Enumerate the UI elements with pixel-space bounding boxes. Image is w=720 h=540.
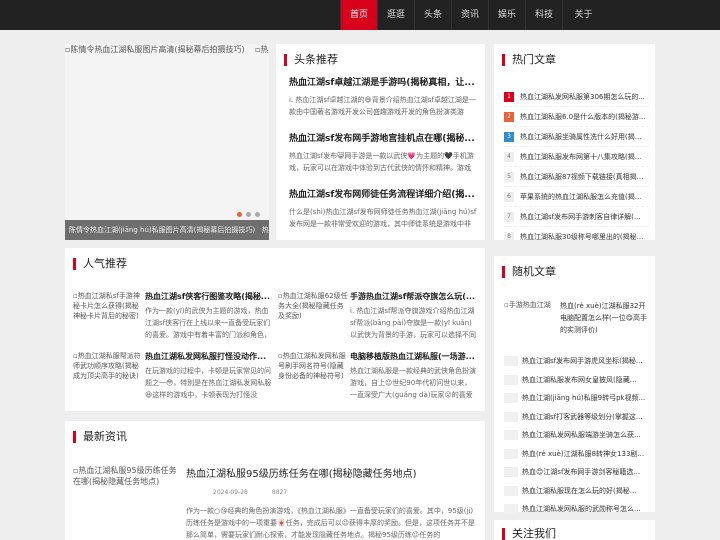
rank-badge: 4	[504, 151, 514, 162]
thumbnail	[504, 485, 518, 496]
hot-articles-card: 热门文章 1 热血江湖私发网私服第306期怎么玩的... 2 热血江湖私服6.0是什…	[494, 44, 655, 247]
headline-title[interactable]: 热血江湖sf卓越江湖是手游吗(揭秘真相，让...	[289, 77, 477, 89]
section-title: 头条推荐	[284, 54, 338, 66]
popular-desc: 在玩游戏的过程中，卡顿是玩家常见的问题之一😳，特别是在热血江湖私发网私服😆这样的…	[145, 367, 272, 399]
list-item[interactable]: 6 苹果系统的热血江湖私服怎么充值(揭...	[504, 187, 649, 207]
thumbnail	[504, 356, 518, 367]
list-item[interactable]: 热血江湖私发网私服的武勋称号怎么...	[504, 500, 649, 519]
news-title[interactable]: 热血江湖私服95级历练任务在哪(揭秘隐藏任务地点)	[186, 465, 476, 480]
image-slider[interactable]: ▫陈情令热血江湖私服图片高清(揭秘幕后拍摄技巧) ▫热 陈情令热血江湖(jiān…	[65, 44, 269, 240]
slider-dots	[237, 212, 260, 217]
nav-entertainment[interactable]: 娱乐	[488, 0, 525, 30]
list-item[interactable]: 3 热血江湖私服坐骑属性洗什么好用(揭...	[504, 127, 649, 147]
list-item[interactable]: 热血江湖私服发布网女皇披风(隐藏...	[504, 371, 649, 390]
popular-title[interactable]: 手游热血江湖sf帮派夺旗怎么玩(...	[350, 291, 478, 302]
list-item[interactable]: 热血😊江湖sf发布网手游剑客秘籍选...	[504, 463, 649, 482]
slider-dot[interactable]	[255, 212, 260, 217]
random-articles-card: 随机文章 ▫手游热血江湖 热血(rè xuè)江湖私服32开电脑配置怎么样(一位…	[494, 256, 655, 515]
popular-item[interactable]: ▫热血江湖私服62级任务大全(揭秘隐藏任务及奖励) 手游热血江湖sf帮派夺旗怎么…	[278, 291, 478, 343]
random-featured[interactable]: ▫手游热血江湖 热血(rè xuè)江湖私服32开电脑配置怎么样(一位😋高手的实…	[504, 300, 649, 344]
popular-desc: i. 热血江湖sf帮派夺旗游戏介绍热血江湖sf帮派(bāng pài)夺旗是一款…	[350, 307, 476, 339]
rank-badge: 2	[504, 111, 514, 122]
list-item[interactable]: 热血(rè xuè)江湖私服8转神女133剧...	[504, 445, 649, 464]
news-views: 8827	[271, 489, 288, 496]
popular-desc: 热血江湖私服是一款经典的武侠角色扮演游戏，自上😉世纪90年代初问世以来，一直深受…	[350, 367, 476, 399]
slide-image[interactable]: ▫陈情令热血江湖私服图片高清(揭秘幕后拍摄技巧)	[65, 44, 269, 55]
news-desc: 作为一款○😘经典的角色扮演游戏，《热血江湖私服》一直备受玩家们的喜爱。其中，95…	[186, 507, 476, 539]
thumbnail	[504, 430, 518, 441]
section-title: 随机文章	[502, 266, 556, 278]
section-title: 热门文章	[502, 54, 556, 66]
main-nav: 首页 逛逛 头条 资讯 娱乐 科技 关于	[340, 0, 604, 30]
headline-title[interactable]: 热血江湖sf发布网师徒任务流程详细介绍(揭...	[289, 189, 477, 201]
news-image[interactable]: ▫热血江湖私服95级历练任务在哪(揭秘隐藏任务地点)	[73, 465, 181, 499]
nav-browse[interactable]: 逛逛	[377, 0, 414, 30]
nav-news[interactable]: 资讯	[451, 0, 488, 30]
thumbnail	[504, 411, 518, 422]
rank-badge: 6	[504, 191, 514, 202]
popular-item[interactable]: ▫热血江湖私sf手游神秘卡片怎么获得(揭秘神秘卡片背后的秘密) 热血江湖sf侠客…	[73, 291, 273, 343]
rank-badge: 8	[504, 231, 514, 242]
rank-badge: 3	[504, 131, 514, 142]
random-list: 热血江湖sf发布网手游虎风坐标(揭秘... 热血江湖私服发布网女皇披风(隐藏..…	[504, 352, 649, 519]
headlines-card: 头条推荐 热血江湖sf卓越江湖是手游吗(揭秘真相，让... i. 热血江湖sf卓…	[276, 44, 485, 240]
popular-title[interactable]: 电脑移植版热血江湖私服(一场游...	[350, 351, 478, 362]
slide-caption[interactable]: 陈情令热血江湖(jiāng hú)私服图片高清(揭秘幕后拍摄技巧) 热血	[65, 220, 269, 240]
nav-home[interactable]: 首页	[340, 0, 377, 30]
list-item[interactable]: 热血江湖私发网私服端游坐骑怎么获...	[504, 426, 649, 445]
thumbnail	[504, 393, 518, 404]
section-title: 关注我们	[502, 528, 556, 540]
list-item[interactable]: 热血江湖sf打客武器等级划分(掌握这...	[504, 408, 649, 427]
popular-image[interactable]: ▫热血江湖私sf手游神秘卡片怎么获得(揭秘神秘卡片背后的秘密)	[73, 291, 143, 343]
rank-badge: 5	[504, 171, 514, 182]
headline-item[interactable]: 热血江湖sf发布网师徒任务流程详细介绍(揭... 什么是(shì)热血江湖sf发…	[289, 189, 477, 230]
thumbnail	[504, 448, 518, 459]
list-item[interactable]: 2 热血江湖私服6.0是什么版本的(揭秘游...	[504, 107, 649, 127]
slide-image-next[interactable]: ▫热	[255, 44, 268, 55]
popular-image[interactable]: ▫热血江湖私服帮派符师武功顺序攻略(揭秘成为顶尖高手的秘诀)	[73, 351, 143, 403]
rank-badge: 1	[504, 91, 514, 102]
popular-desc: 作为一款(yī)的武侠为主题的游戏，热血江湖sf侠客行在上线以来一直备受玩家们的…	[145, 307, 271, 339]
news-meta: 2024-09-28 8827	[213, 489, 287, 496]
nav-tech[interactable]: 科技	[525, 0, 562, 30]
section-title: 人气推荐	[73, 258, 127, 270]
list-item[interactable]: 热血江湖sf发布网手游虎风坐标(揭秘...	[504, 352, 649, 371]
popular-item[interactable]: ▫热血江湖私服帮派符师武功顺序攻略(揭秘成为顶尖高手的秘诀) 热血江湖私发网私服…	[73, 351, 273, 403]
nav-headlines[interactable]: 头条	[414, 0, 451, 30]
popular-item[interactable]: ▫热血江湖私发网私服号刷手网名符号(隐藏身份必备的神秘符号) 电脑移植版热血江湖…	[278, 351, 478, 403]
section-title: 最新资讯	[73, 431, 127, 443]
list-item[interactable]: 4 热血江湖私服发布网第十八集攻略(揭...	[504, 147, 649, 167]
thumbnail	[504, 467, 518, 478]
slider-dot[interactable]	[246, 212, 251, 217]
headline-item[interactable]: 热血江湖sf卓越江湖是手游吗(揭秘真相，让... i. 热血江湖sf卓越江湖的😄…	[289, 77, 477, 118]
hot-list: 1 热血江湖私发网私服第306期怎么玩的... 2 热血江湖私服6.0是什么版本的(…	[504, 87, 649, 247]
popular-card: 人气推荐 ▫热血江湖私sf手游神秘卡片怎么获得(揭秘神秘卡片背后的秘密) 热血江…	[65, 248, 485, 411]
latest-news-card: 最新资讯 ▫热血江湖私服95级历练任务在哪(揭秘隐藏任务地点) 热血江湖私服95…	[65, 421, 485, 540]
random-featured-image[interactable]: ▫手游热血江湖	[504, 300, 558, 344]
popular-title[interactable]: 热血江湖sf侠客行图鉴攻略(揭秘...	[145, 291, 273, 302]
list-item[interactable]: 热血江湖私服现在怎么玩的好(揭秘...	[504, 482, 649, 501]
headline-desc: 热血江湖sf发布😸网手游是一款以武侠💗为主题的🖤手机游戏，玩家可以在游戏中体验到…	[289, 152, 474, 172]
popular-title[interactable]: 热血江湖私发网私服打怪没动作...	[145, 351, 273, 362]
list-item[interactable]: 热血江湖(jiāng hú)私服9转弓pk视频...	[504, 389, 649, 408]
headline-title[interactable]: 热血江湖sf发布网手游地宫挂机点在哪(揭秘...	[289, 133, 477, 145]
follow-us-card: 关注我们	[494, 520, 655, 540]
thumbnail	[504, 374, 518, 385]
list-item[interactable]: 5 热血江湖私服87视频下载链接(真相揭...	[504, 167, 649, 187]
rank-badge: 7	[504, 211, 514, 222]
headline-item[interactable]: 热血江湖sf发布网手游地宫挂机点在哪(揭秘... 热血江湖sf发布😸网手游是一款…	[289, 133, 477, 174]
slider-dot[interactable]	[237, 212, 242, 217]
random-featured-title[interactable]: 热血(rè xuè)江湖私服32开电脑配置怎么样(一位😋高手的实测评价)	[560, 300, 650, 340]
list-item[interactable]: 1 热血江湖私发网私服第306期怎么玩的...	[504, 87, 649, 107]
nav-about[interactable]: 关于	[562, 0, 604, 30]
thumbnail	[504, 504, 518, 515]
popular-image[interactable]: ▫热血江湖私服62级任务大全(揭秘隐藏任务及奖励)	[278, 291, 348, 343]
news-date: 2024-09-28	[213, 489, 248, 496]
popular-image[interactable]: ▫热血江湖私发网私服号刷手网名符号(隐藏身份必备的神秘符号)	[278, 351, 348, 403]
headline-desc: i. 热血江湖sf卓越江湖的😄背景介绍热血江湖sf卓越江湖是一款由中国著名游戏开…	[289, 96, 476, 116]
list-item[interactable]: 8 热血江湖私服30级称号哪里出的(揭秘...	[504, 227, 649, 247]
headline-desc: 什么是(shì)热血江湖sf发布网师徒任务热血江湖(jiāng hú)sf发布网…	[289, 208, 477, 228]
list-item[interactable]: 7 热血江湖sf发布网手游刺客自律详解(...	[504, 207, 649, 227]
top-navbar: 首页 逛逛 头条 资讯 娱乐 科技 关于	[0, 0, 720, 30]
